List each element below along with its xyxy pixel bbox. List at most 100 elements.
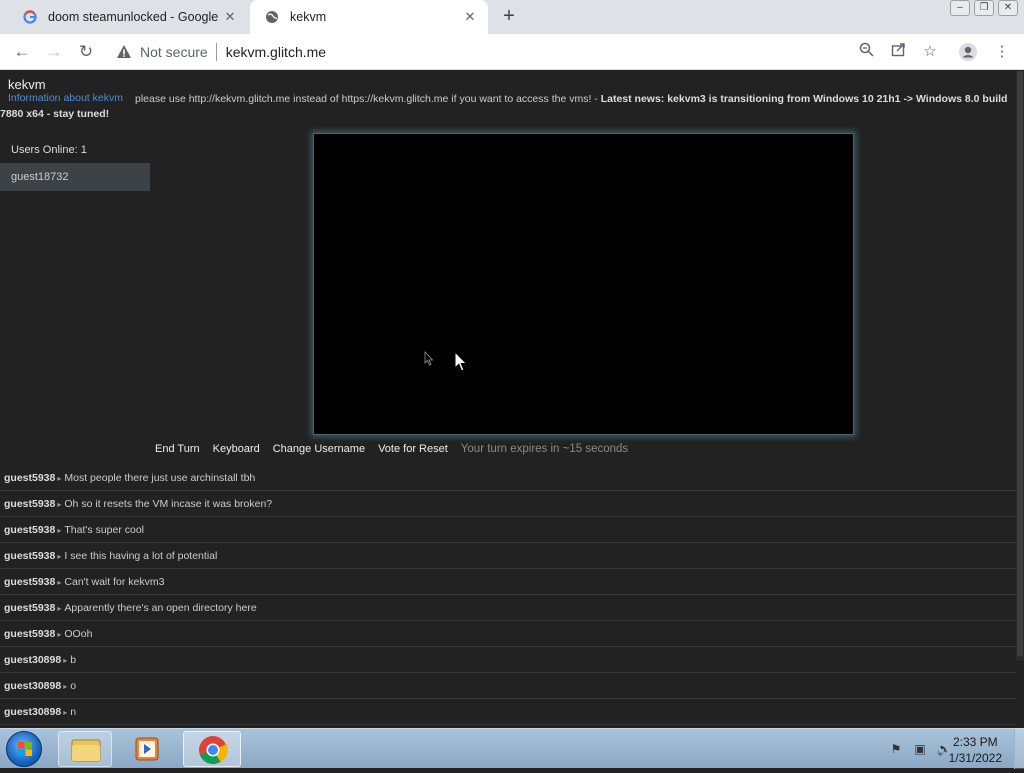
network-icon[interactable]: ▣: [912, 741, 928, 757]
chat-username: guest30898: [4, 654, 62, 666]
globe-icon: [264, 9, 280, 25]
users-online-count: Users Online: 1: [11, 144, 87, 156]
end-turn-button[interactable]: End Turn: [155, 443, 200, 455]
profile-avatar-icon[interactable]: [958, 42, 978, 62]
kekvm-page: please use http://kekvm.glitch.me instea…: [0, 71, 1024, 728]
vote-reset-button[interactable]: Vote for Reset: [378, 443, 448, 455]
chat-message: guest5938 ▸ Can't wait for kekvm3: [0, 569, 1016, 595]
chat-arrow-icon: ▸: [57, 630, 62, 639]
chat-text: b: [70, 654, 77, 666]
chat-message: guest5938 ▸ That's super cool: [0, 517, 1016, 543]
chat-username: guest5938: [4, 550, 56, 562]
mouse-cursor-icon: [454, 351, 468, 372]
chat-arrow-icon: ▸: [57, 526, 62, 535]
chat-arrow-icon: ▸: [57, 578, 62, 587]
chat-username: guest5938: [4, 472, 56, 484]
media-player-icon: [135, 737, 159, 761]
notice-banner: please use http://kekvm.glitch.me instea…: [0, 92, 1016, 122]
chat-text: Can't wait for kekvm3: [64, 576, 165, 588]
minimize-icon[interactable]: –: [950, 0, 970, 16]
chrome-icon: [199, 736, 228, 764]
media-player-taskbar-button[interactable]: [120, 731, 174, 767]
chat-arrow-icon: ▸: [57, 604, 62, 613]
chat-message: guest5938 ▸ Oh so it resets the VM incase …: [0, 491, 1016, 517]
chat-arrow-icon: ▸: [63, 682, 68, 691]
tab-google-search[interactable]: doom steamunlocked - Google S ✕: [8, 0, 248, 34]
show-desktop-button[interactable]: [1014, 729, 1024, 769]
vm-display[interactable]: [313, 133, 854, 435]
back-icon[interactable]: ←: [12, 42, 32, 62]
chat-message: guest5938 ▸ Most people there just use arc…: [0, 465, 1016, 491]
chat-text: o: [70, 680, 77, 692]
chrome-taskbar-button[interactable]: [183, 731, 241, 767]
chat-message: guest5938 ▸ I see this having a lot of pot…: [0, 543, 1016, 569]
chat-arrow-icon: ▸: [57, 474, 62, 483]
google-icon: [22, 9, 38, 25]
warning-icon: [117, 45, 131, 58]
chat-text: OOoh: [64, 628, 93, 640]
system-tray: ⚑ ▣ 🔊: [888, 741, 952, 757]
chat-username: guest5938: [4, 498, 56, 510]
close-tab-icon[interactable]: ✕: [462, 9, 478, 25]
start-button[interactable]: [6, 731, 42, 767]
close-window-icon[interactable]: ✕: [998, 0, 1018, 16]
keyboard-button[interactable]: Keyboard: [213, 443, 260, 455]
explorer-taskbar-button[interactable]: [58, 731, 112, 767]
reload-icon[interactable]: ↻: [76, 42, 96, 62]
new-tab-button[interactable]: +: [498, 6, 520, 28]
windows-logo-icon: [18, 742, 32, 756]
chat-username: guest5938: [4, 576, 56, 588]
chat-username: guest5938: [4, 602, 56, 614]
chat-username: guest5938: [4, 524, 56, 536]
chat-arrow-icon: ▸: [57, 552, 62, 561]
share-icon[interactable]: [888, 42, 908, 62]
security-label[interactable]: Not secure: [140, 44, 208, 60]
bookmark-star-icon[interactable]: ☆: [920, 42, 940, 62]
action-center-flag-icon[interactable]: ⚑: [888, 741, 904, 757]
site-title: kekvm: [8, 77, 46, 92]
vm-controls: End Turn Keyboard Change Username Vote f…: [155, 443, 628, 455]
chat-username: guest5938: [4, 628, 56, 640]
folder-icon: [71, 739, 101, 762]
chat-username: guest30898: [4, 706, 62, 718]
page-scrollbar[interactable]: [1016, 71, 1024, 661]
chat-arrow-icon: ▸: [63, 656, 68, 665]
chat-message: guest30898 ▸ n: [0, 699, 1016, 725]
chat-message: guest30898 ▸ b: [0, 647, 1016, 673]
chat-message: guest5938 ▸ Apparently there's an open dir…: [0, 595, 1016, 621]
address-bar[interactable]: Not secure kekvm.glitch.me: [108, 38, 948, 66]
tab-strip: doom steamunlocked - Google S ✕ kekvm ✕ …: [0, 0, 1024, 34]
tab-title: doom steamunlocked - Google S: [48, 10, 222, 24]
chat-arrow-icon: ▸: [63, 708, 68, 717]
notice-text: please use http://kekvm.glitch.me instea…: [135, 93, 601, 105]
browser-toolbar: ← → ↻ Not secure kekvm.glitch.me ☆ ⋮: [0, 34, 1024, 70]
chat-text: Most people there just use archinstall t…: [64, 472, 256, 484]
menu-kebab-icon[interactable]: ⋮: [992, 42, 1012, 62]
close-tab-icon[interactable]: ✕: [222, 9, 238, 25]
chat-log: guest5938 ▸ Most people there just use arc…: [0, 465, 1016, 725]
user-list-item[interactable]: guest18732: [0, 163, 150, 191]
chat-message: guest5938 ▸ OOoh: [0, 621, 1016, 647]
chat-text: Oh so it resets the VM incase it was bro…: [64, 498, 273, 510]
url-text[interactable]: kekvm.glitch.me: [226, 44, 326, 60]
tab-title: kekvm: [290, 10, 327, 24]
restore-icon[interactable]: ❐: [974, 0, 994, 16]
forward-icon[interactable]: →: [44, 42, 64, 62]
clock-date: 1/31/2022: [948, 751, 1002, 765]
chat-message: guest30898 ▸ o: [0, 673, 1016, 699]
chat-text: Apparently there's an open directory her…: [64, 602, 257, 614]
user-list-panel: Users Online: 1 guest18732: [0, 137, 150, 191]
info-link[interactable]: Information about kekvm: [8, 92, 123, 104]
chat-username: guest30898: [4, 680, 62, 692]
system-clock[interactable]: 2:33 PM 1/31/2022: [949, 734, 1002, 766]
scrollbar-thumb[interactable]: [1017, 71, 1023, 656]
change-username-button[interactable]: Change Username: [273, 443, 365, 455]
separator: [215, 43, 217, 61]
chat-text: n: [70, 706, 77, 718]
mouse-cursor-icon: [424, 351, 434, 366]
tab-kekvm[interactable]: kekvm ✕: [250, 0, 488, 34]
chat-arrow-icon: ▸: [57, 500, 62, 509]
chat-text: I see this having a lot of potential: [64, 550, 218, 562]
turn-status: Your turn expires in ~15 seconds: [460, 443, 629, 455]
zoom-icon[interactable]: [856, 42, 876, 62]
